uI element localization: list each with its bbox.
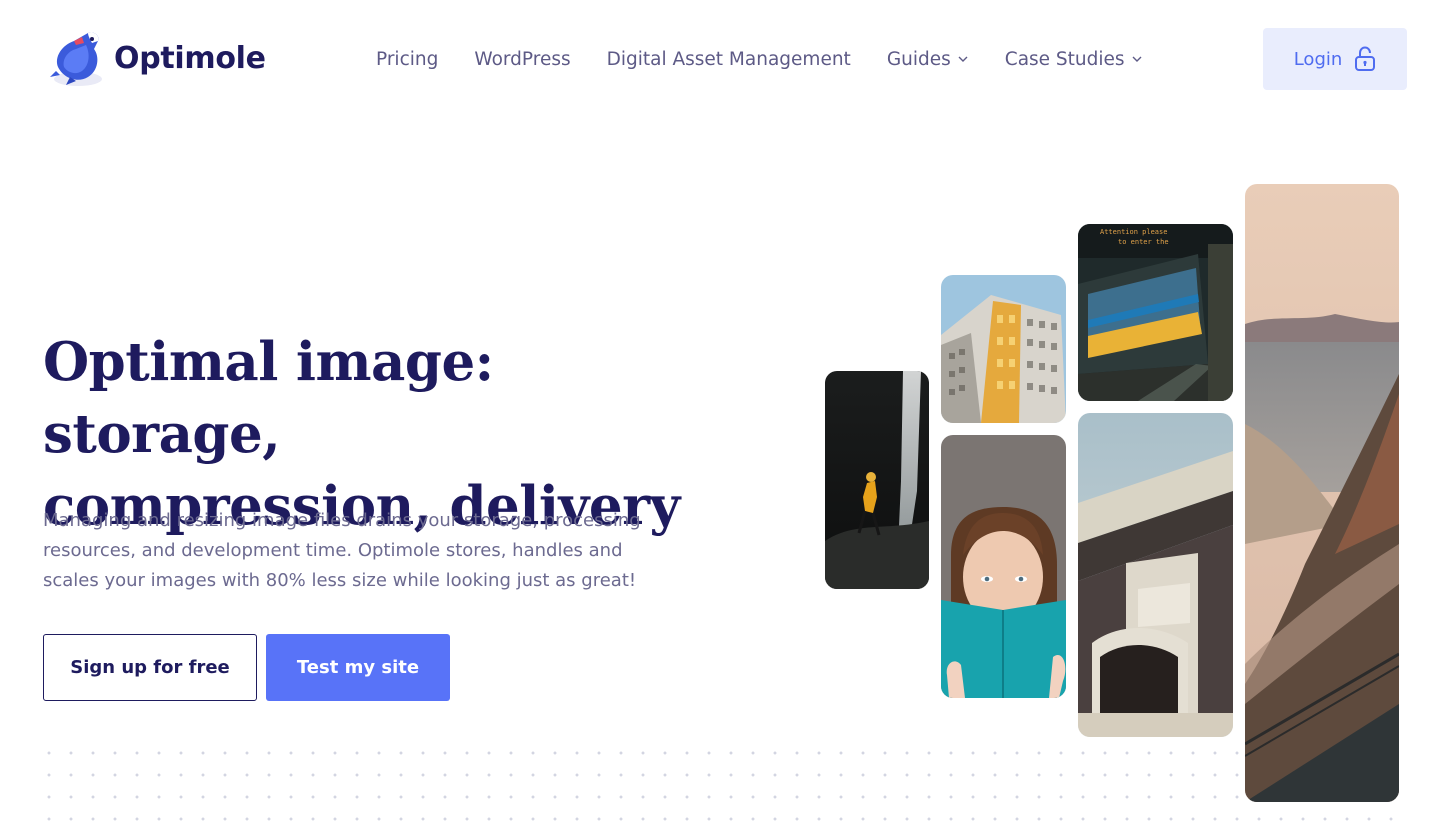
nav-item-wordpress[interactable]: WordPress [474, 49, 570, 70]
sign-up-button[interactable]: Sign up for free [43, 634, 257, 701]
brand-name: Optimole [114, 40, 266, 76]
nav-item-label: WordPress [474, 48, 571, 70]
nav-item-digital-asset-management[interactable]: Digital Asset Management [607, 49, 851, 70]
gallery-image-train-station: Attention please to enter the [1078, 224, 1233, 401]
brand-logo-link[interactable]: Optimole [48, 26, 266, 90]
gallery-image-reader [941, 435, 1066, 698]
nav-item-pricing[interactable]: Pricing [376, 49, 438, 70]
unlock-icon [1355, 46, 1376, 71]
nav-item-guides[interactable]: Guides [887, 49, 969, 70]
gallery-image-bridge [1078, 413, 1233, 737]
nav-item-label: Guides [886, 48, 951, 70]
site-header: Optimole Pricing WordPress Digital Asset… [0, 0, 1438, 118]
chevron-down-icon [958, 56, 968, 62]
login-label: Login [1293, 48, 1343, 70]
main-nav: Pricing WordPress Digital Asset Manageme… [376, 44, 1143, 74]
svg-text:Attention please: Attention please [1100, 228, 1167, 236]
dot-pattern-background [38, 742, 1410, 823]
gallery-image-waterfall [825, 371, 929, 589]
svg-text:to enter the: to enter the [1118, 238, 1169, 246]
nav-item-label: Pricing [376, 48, 439, 70]
test-my-site-button[interactable]: Test my site [266, 634, 450, 701]
gallery-image-building [941, 275, 1066, 423]
hero-description: Managing and resizing image files drains… [43, 510, 641, 591]
optimole-mole-mascot-icon [50, 32, 102, 86]
nav-item-label: Digital Asset Management [606, 48, 851, 70]
chevron-down-icon [1132, 56, 1142, 62]
nav-item-case-studies[interactable]: Case Studies [1005, 49, 1143, 70]
nav-item-label: Case Studies [1004, 48, 1125, 70]
hero-title-line-1: Optimal image: storage, [43, 331, 494, 465]
gallery-image-coastal-cliffs [1245, 184, 1399, 802]
login-button[interactable]: Login [1263, 28, 1407, 90]
